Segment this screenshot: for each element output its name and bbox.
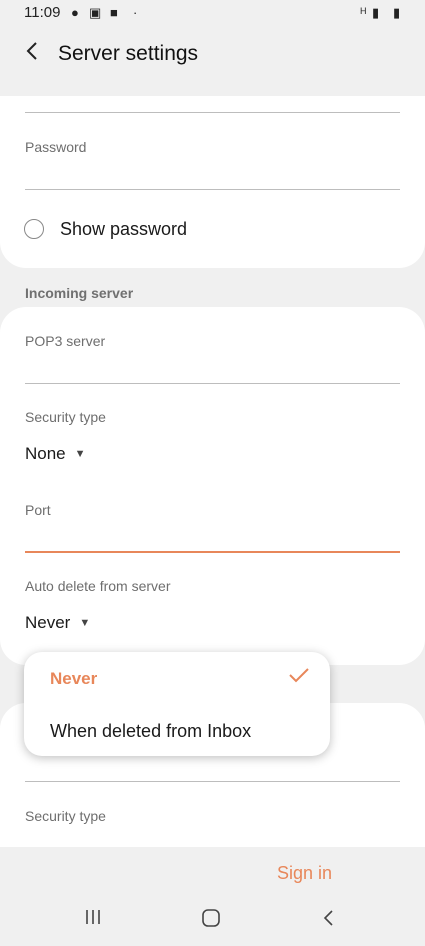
security-type-label: Security type [25,409,106,425]
auto-delete-value: Never [25,613,71,632]
location-icon: ● [71,5,79,20]
incoming-server-card [0,307,425,665]
option-when-deleted-from-inbox[interactable]: When deleted from Inbox [50,721,251,742]
dot-icon: · [133,5,138,20]
username-field-underline[interactable] [25,112,400,113]
incoming-server-section-title: Incoming server [25,285,134,301]
security-type-dropdown[interactable]: None ▼ [25,444,86,464]
dropdown-arrow-icon: ▼ [79,617,91,629]
outgoing-security-type-label: Security type [25,808,106,824]
recent-apps-icon[interactable] [84,908,102,932]
page-title: Server settings [58,42,199,65]
chevron-left-icon [26,42,37,60]
check-icon [288,666,310,692]
auto-delete-dropdown[interactable]: Never ▼ [25,613,90,633]
port-label: Port [25,502,51,518]
signal-icon: ▮ [372,5,380,20]
home-icon[interactable] [201,908,221,934]
smtp-server-field[interactable] [25,781,400,782]
pop3-server-field[interactable] [25,383,400,384]
media-icon: ■ [110,5,118,20]
screenshot-icon: ▣ [89,5,102,20]
dropdown-arrow-icon: ▼ [74,448,86,460]
account-card [0,96,425,268]
network-type-icon: H [360,6,367,16]
password-field[interactable] [25,189,400,190]
port-field[interactable] [25,551,400,553]
status-bar: 11:09 ● ▣ ■ · H ▮ ▮ [0,0,425,28]
bottom-action-bar [0,847,425,899]
security-type-value: None [25,444,66,463]
sign-in-button[interactable]: Sign in [277,863,332,884]
pop3-server-label: POP3 server [25,333,106,349]
password-label: Password [25,139,87,155]
option-never[interactable]: Never [50,669,97,689]
status-time: 11:09 [24,4,61,21]
battery-icon: ▮ [393,5,401,20]
show-password-label[interactable]: Show password [60,219,187,240]
show-password-checkbox[interactable] [24,219,44,239]
back-button[interactable] [24,40,46,68]
auto-delete-options-menu: Never When deleted from Inbox [24,652,330,756]
back-nav-icon[interactable] [322,908,336,934]
auto-delete-label: Auto delete from server [25,578,171,594]
